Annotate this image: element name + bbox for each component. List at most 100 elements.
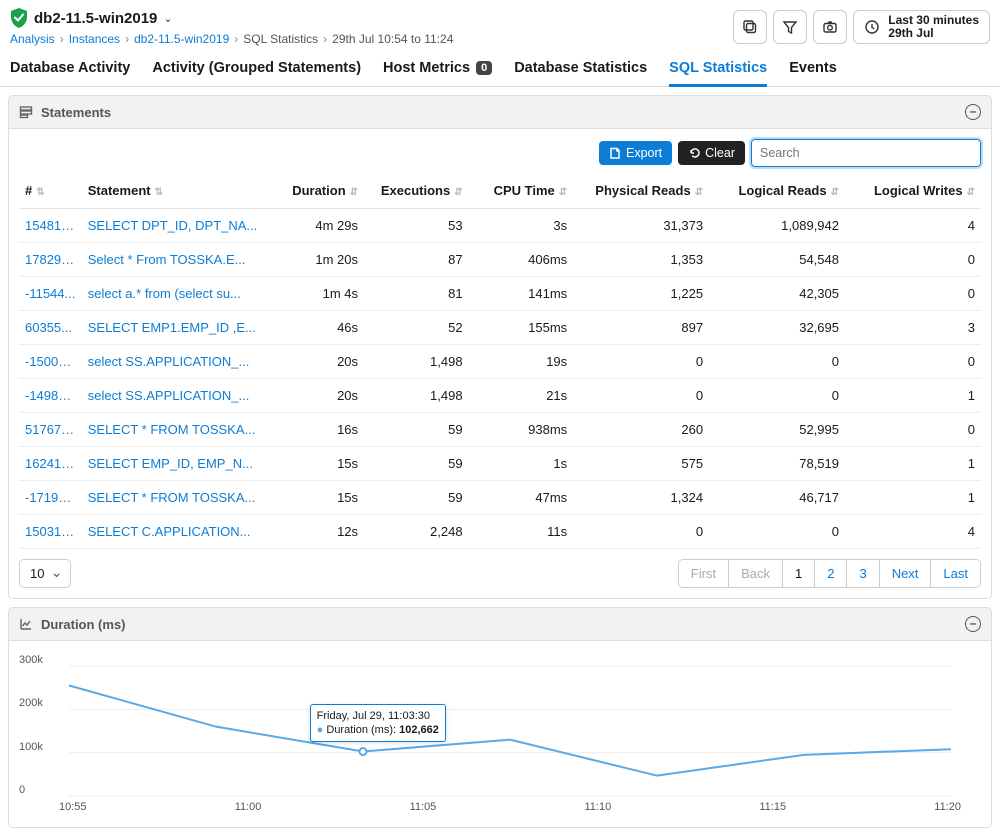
table-row: 60355...SELECT EMP1.EMP_ID ,E...46s52155…	[19, 311, 981, 345]
row-id[interactable]: -15004...	[19, 345, 82, 379]
pager-page-3[interactable]: 3	[847, 560, 879, 587]
col-lreads[interactable]: Logical Reads⇵	[709, 175, 845, 209]
col-statement[interactable]: Statement⇅	[82, 175, 270, 209]
clock-icon	[864, 19, 880, 35]
collapse-duration-button[interactable]: –	[965, 616, 981, 632]
row-logical-writes: 1	[845, 481, 981, 515]
row-statement[interactable]: SELECT * FROM TOSSKA...	[82, 413, 270, 447]
row-id[interactable]: 517674...	[19, 413, 82, 447]
copy-button[interactable]	[733, 10, 767, 44]
breadcrumb-section: SQL Statistics	[243, 32, 318, 46]
row-cpu: 3s	[469, 209, 574, 243]
clear-label: Clear	[705, 146, 735, 160]
row-duration: 4m 29s	[270, 209, 364, 243]
col-lwrites[interactable]: Logical Writes⇵	[845, 175, 981, 209]
tab-database-statistics[interactable]: Database Statistics	[514, 60, 647, 86]
col-executions[interactable]: Executions⇵	[364, 175, 469, 209]
statements-table: #⇅ Statement⇅ Duration⇵ Executions⇵ CPU …	[19, 175, 981, 549]
tab-activity-grouped[interactable]: Activity (Grouped Statements)	[152, 60, 361, 86]
row-id[interactable]: -11544...	[19, 277, 82, 311]
row-logical-reads: 0	[709, 345, 845, 379]
chart-tooltip: Friday, Jul 29, 11:03:30 ● Duration (ms)…	[310, 704, 446, 743]
row-executions: 52	[364, 311, 469, 345]
page-size-select[interactable]: 10	[19, 559, 71, 588]
duration-chart[interactable]: Friday, Jul 29, 11:03:30 ● Duration (ms)…	[19, 651, 981, 801]
filter-button[interactable]	[773, 10, 807, 44]
y-tick-label: 0	[19, 784, 25, 796]
row-physical-reads: 575	[573, 447, 709, 481]
row-executions: 87	[364, 243, 469, 277]
row-statement[interactable]: Select * From TOSSKA.E...	[82, 243, 270, 277]
row-id[interactable]: 178299...	[19, 243, 82, 277]
row-physical-reads: 1,225	[573, 277, 709, 311]
pager-page-2[interactable]: 2	[815, 560, 847, 587]
pager-next[interactable]: Next	[880, 560, 932, 587]
row-executions: 59	[364, 447, 469, 481]
tab-sql-statistics[interactable]: SQL Statistics	[669, 60, 767, 86]
row-cpu: 21s	[469, 379, 574, 413]
camera-button[interactable]	[813, 10, 847, 44]
export-label: Export	[626, 146, 662, 160]
row-statement[interactable]: SELECT EMP1.EMP_ID ,E...	[82, 311, 270, 345]
row-logical-reads: 32,695	[709, 311, 845, 345]
duration-panel: Duration (ms) – Friday, Jul 29, 11:03:30…	[8, 607, 992, 828]
tab-events[interactable]: Events	[789, 60, 837, 86]
col-id[interactable]: #⇅	[19, 175, 82, 209]
pager-first[interactable]: First	[679, 560, 729, 587]
row-statement[interactable]: SELECT C.APPLICATION...	[82, 515, 270, 549]
y-tick-label: 200k	[19, 697, 43, 709]
tab-database-activity[interactable]: Database Activity	[10, 60, 130, 86]
chart-icon	[19, 617, 33, 631]
row-logical-writes: 0	[845, 243, 981, 277]
row-statement[interactable]: select a.* from (select su...	[82, 277, 270, 311]
pager-page-1[interactable]: 1	[783, 560, 815, 587]
y-tick-label: 100k	[19, 741, 43, 753]
statements-icon	[19, 105, 33, 119]
col-preads[interactable]: Physical Reads⇵	[573, 175, 709, 209]
breadcrumb: Analysis › Instances › db2-11.5-win2019 …	[10, 32, 453, 46]
row-id[interactable]: 150310...	[19, 515, 82, 549]
row-logical-writes: 4	[845, 209, 981, 243]
row-duration: 1m 4s	[270, 277, 364, 311]
page-size-value: 10	[30, 566, 44, 581]
pager-last[interactable]: Last	[931, 560, 980, 587]
statements-panel: Statements – Export Clear	[8, 95, 992, 599]
breadcrumb-instances[interactable]: Instances	[69, 32, 120, 46]
row-logical-writes: 1	[845, 379, 981, 413]
row-id[interactable]: -14984...	[19, 379, 82, 413]
table-row: 517674...SELECT * FROM TOSSKA...16s59938…	[19, 413, 981, 447]
row-id[interactable]: 60355...	[19, 311, 82, 345]
row-statement[interactable]: SELECT * FROM TOSSKA...	[82, 481, 270, 515]
table-row: 178299...Select * From TOSSKA.E...1m 20s…	[19, 243, 981, 277]
timerange-button[interactable]: Last 30 minutes 29th Jul	[853, 10, 990, 44]
chart-x-axis: 10:5511:0011:0511:1011:1511:20	[19, 801, 981, 823]
row-cpu: 406ms	[469, 243, 574, 277]
row-logical-reads: 52,995	[709, 413, 845, 447]
col-duration[interactable]: Duration⇵	[270, 175, 364, 209]
row-statement[interactable]: SELECT EMP_ID, EMP_N...	[82, 447, 270, 481]
row-logical-writes: 0	[845, 413, 981, 447]
breadcrumb-instance[interactable]: db2-11.5-win2019	[134, 32, 229, 46]
row-statement[interactable]: select SS.APPLICATION_...	[82, 345, 270, 379]
row-duration: 15s	[270, 481, 364, 515]
table-row: -15004...select SS.APPLICATION_...20s1,4…	[19, 345, 981, 379]
search-input[interactable]	[751, 139, 981, 167]
row-physical-reads: 0	[573, 345, 709, 379]
row-id[interactable]: -17191...	[19, 481, 82, 515]
row-id[interactable]: 154814...	[19, 209, 82, 243]
breadcrumb-analysis[interactable]: Analysis	[10, 32, 55, 46]
clear-button[interactable]: Clear	[678, 141, 745, 165]
pager-back[interactable]: Back	[729, 560, 783, 587]
tab-host-metrics[interactable]: Host Metrics 0	[383, 60, 492, 86]
export-icon	[609, 147, 621, 159]
export-button[interactable]: Export	[599, 141, 672, 165]
y-tick-label: 300k	[19, 654, 43, 666]
collapse-statements-button[interactable]: –	[965, 104, 981, 120]
row-duration: 20s	[270, 379, 364, 413]
instance-selector[interactable]: db2-11.5-win2019 ⌄	[10, 8, 453, 28]
row-statement[interactable]: SELECT DPT_ID, DPT_NA...	[82, 209, 270, 243]
row-id[interactable]: 162410...	[19, 447, 82, 481]
row-statement[interactable]: select SS.APPLICATION_...	[82, 379, 270, 413]
col-cpu[interactable]: CPU Time⇵	[469, 175, 574, 209]
table-row: -14984...select SS.APPLICATION_...20s1,4…	[19, 379, 981, 413]
